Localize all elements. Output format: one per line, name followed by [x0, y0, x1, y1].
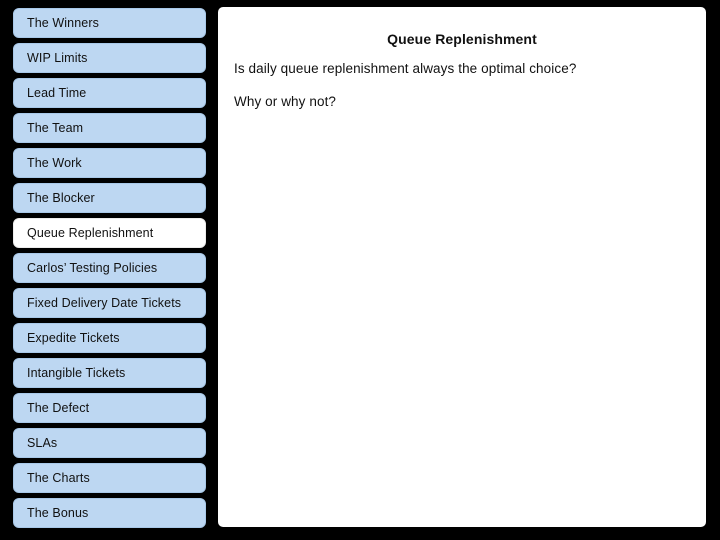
sidebar-item[interactable]: The Team — [13, 113, 206, 143]
sidebar-item-label: The Charts — [27, 470, 90, 485]
sidebar-item-label: The Defect — [27, 400, 90, 415]
sidebar-item[interactable]: Queue Replenishment — [13, 218, 206, 248]
sidebar-item-label: Fixed Delivery Date Tickets — [27, 295, 182, 310]
sidebar-item[interactable]: The Blocker — [13, 183, 206, 213]
sidebar-item[interactable]: The Charts — [13, 463, 206, 493]
content-panel: Queue Replenishment Is daily queue reple… — [218, 7, 706, 527]
sidebar-item[interactable]: Expedite Tickets — [13, 323, 206, 353]
sidebar-item-label: The Team — [27, 120, 84, 135]
sidebar-item-label: WIP Limits — [27, 50, 88, 65]
sidebar-item-label: The Blocker — [27, 190, 95, 205]
sidebar-item-label: Lead Time — [27, 85, 87, 100]
sidebar-item[interactable]: The Winners — [13, 8, 206, 38]
sidebar-navigation: The Winners WIP Limits Lead Time The Team Th… — [13, 8, 206, 533]
page-title: Queue Replenishment — [387, 31, 537, 47]
sidebar-item[interactable]: Carlos’ Testing Policies — [13, 253, 206, 283]
sidebar-item-label: The Work — [27, 155, 82, 170]
sidebar-item[interactable]: The Defect — [13, 393, 206, 423]
sidebar-item-label: Expedite Tickets — [27, 330, 120, 345]
sidebar-item-label: Carlos’ Testing Policies — [27, 260, 158, 275]
sidebar-item-label: SLAs — [27, 435, 58, 450]
sidebar-item-label: Intangible Tickets — [27, 365, 126, 380]
sidebar-item-label: Queue Replenishment — [27, 225, 154, 240]
sidebar-item[interactable]: Fixed Delivery Date Tickets — [13, 288, 206, 318]
body-line: Why or why not? — [234, 93, 337, 109]
slide-canvas: The Winners WIP Limits Lead Time The Team Th… — [0, 0, 720, 540]
sidebar-item[interactable]: Lead Time — [13, 78, 206, 108]
sidebar-item[interactable]: The Work — [13, 148, 206, 178]
sidebar-item-label: The Winners — [27, 15, 99, 30]
content-body: Is daily queue replenishment always the … — [234, 61, 690, 127]
body-line: Is daily queue replenishment always the … — [234, 61, 577, 76]
sidebar-item[interactable]: WIP Limits — [13, 43, 206, 73]
sidebar-item[interactable]: SLAs — [13, 428, 206, 458]
sidebar-item[interactable]: Intangible Tickets — [13, 358, 206, 388]
sidebar-item[interactable]: The Bonus — [13, 498, 206, 528]
sidebar-item-label: The Bonus — [27, 505, 89, 520]
